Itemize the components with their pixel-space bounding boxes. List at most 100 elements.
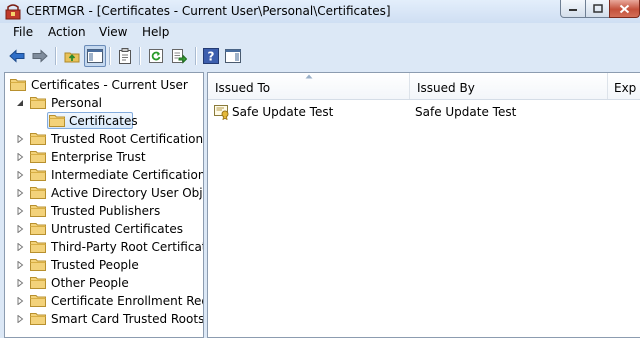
minimize-icon [569,8,577,11]
up-one-level-button[interactable] [61,45,83,67]
folder-icon [30,205,46,217]
collapsed-arrow-icon[interactable] [16,315,24,323]
menu-bar: File Action View Help [0,23,640,42]
list-header: Issued To Issued By Exp [208,73,640,100]
folder-icon [30,259,46,271]
collapsed-arrow-icon[interactable] [16,279,24,287]
tree-item-personal[interactable]: Personal [5,94,203,112]
show-hide-tree-icon [87,49,103,63]
refresh-button[interactable] [145,45,167,67]
folder-icon [30,133,46,145]
collapsed-arrow-icon[interactable] [16,153,24,161]
toolbar: ? [0,42,640,70]
tree-item-label: Certificate Enrollment Reques [51,294,203,308]
action-pane-icon [225,49,241,63]
toolbar-separator [109,47,111,65]
collapsed-arrow-icon[interactable] [16,135,24,143]
column-header-label: Exp [614,81,637,95]
column-header-issued-to[interactable]: Issued To [208,73,410,99]
tree-item-store[interactable]: Active Directory User Object [5,184,203,202]
back-arrow-icon [9,49,25,63]
column-header-expiration[interactable]: Exp [608,73,640,99]
collapsed-arrow-icon[interactable] [16,243,24,251]
help-button[interactable]: ? [200,45,222,67]
certmgr-app-icon[interactable] [5,4,21,20]
tree-item-store[interactable]: Enterprise Trust [5,148,203,166]
menu-help[interactable]: Help [142,25,169,39]
tree-item-label: Smart Card Trusted Roots [51,312,204,326]
forward-arrow-icon [32,49,48,63]
collapsed-arrow-icon[interactable] [16,189,24,197]
results-list-pane[interactable]: Issued To Issued By Exp Safe Update Test… [207,72,640,338]
help-icon: ? [203,48,219,64]
tree-item-label: Trusted Root Certification Au [51,132,204,146]
collapsed-arrow-icon[interactable] [16,261,24,269]
toolbar-separator [55,47,57,65]
collapsed-arrow-icon[interactable] [16,171,24,179]
tree-item-certificates[interactable]: Certificates [5,112,203,130]
folder-icon [30,169,46,181]
close-button[interactable] [609,0,640,18]
tree-item-label: Trusted People [51,258,139,272]
folder-icon [30,313,46,325]
tree-item-store[interactable]: Trusted Root Certification Au [5,130,203,148]
tree-item-store[interactable]: Trusted People [5,256,203,274]
tree-item-store[interactable]: Third-Party Root Certification [5,238,203,256]
properties-button[interactable] [114,45,136,67]
show-hide-console-tree-button[interactable] [84,45,106,67]
title-bar[interactable]: CERTMGR - [Certificates - Current User\P… [0,0,640,23]
column-header-label: Issued By [417,81,475,95]
tree-item-label: Active Directory User Object [51,186,203,200]
tree-item-store[interactable]: Other People [5,274,203,292]
folder-icon [30,97,46,109]
svg-text:?: ? [208,50,215,64]
back-button[interactable] [6,45,28,67]
tree-item-label: Certificates - Current User [31,78,188,92]
tree-item-root[interactable]: Certificates - Current User [5,76,203,94]
tree-item-label: Intermediate Certification Au [51,168,204,182]
tree-item-label: Trusted Publishers [51,204,161,218]
export-list-icon [172,49,187,64]
menu-file[interactable]: File [13,25,33,39]
collapsed-arrow-icon[interactable] [16,207,24,215]
console-tree-pane[interactable]: Certificates - Current User Personal Cer… [4,72,204,338]
column-header-issued-by[interactable]: Issued By [410,73,608,99]
export-list-button[interactable] [168,45,190,67]
properties-icon [119,48,131,64]
tree-item-store[interactable]: Untrusted Certificates [5,220,203,238]
certificates-snapin-icon [10,79,26,91]
minimize-button[interactable] [560,0,586,18]
tree-item-label: Untrusted Certificates [51,222,183,236]
refresh-icon [149,49,163,63]
folder-icon [30,187,46,199]
folder-icon [49,115,65,127]
tree-item-label: Enterprise Trust [51,150,146,164]
tree-item-store[interactable]: Smart Card Trusted Roots [5,310,203,328]
forward-button[interactable] [29,45,51,67]
toolbar-separator [139,47,141,65]
menu-view[interactable]: View [99,25,127,39]
tree-item-store[interactable]: Intermediate Certification Au [5,166,203,184]
menu-action[interactable]: Action [48,25,86,39]
tree-item-label: Personal [51,96,103,110]
close-icon [619,4,630,13]
cell-issued-to: Safe Update Test [232,105,334,119]
tree-item-store[interactable]: Trusted Publishers [5,202,203,220]
collapsed-arrow-icon[interactable] [16,225,24,233]
tree-item-store[interactable]: Certificate Enrollment Reques [5,292,203,310]
collapsed-arrow-icon[interactable] [16,297,24,305]
maximize-icon [592,4,603,13]
window-title: CERTMGR - [Certificates - Current User\P… [26,4,391,18]
certmgr-window: CERTMGR - [Certificates - Current User\P… [0,0,640,338]
tree-item-label: Other People [51,276,129,290]
folder-icon [30,223,46,235]
folder-icon [30,295,46,307]
column-header-label: Issued To [215,81,271,95]
tree-item-label: Certificates [69,114,138,128]
expanded-arrow-icon[interactable] [16,99,24,107]
sort-ascending-icon [305,74,313,79]
table-row[interactable]: Safe Update Test Safe Update Test [208,103,640,121]
maximize-button[interactable] [585,0,610,18]
toolbar-separator [195,47,197,65]
show-hide-action-pane-button[interactable] [222,45,244,67]
